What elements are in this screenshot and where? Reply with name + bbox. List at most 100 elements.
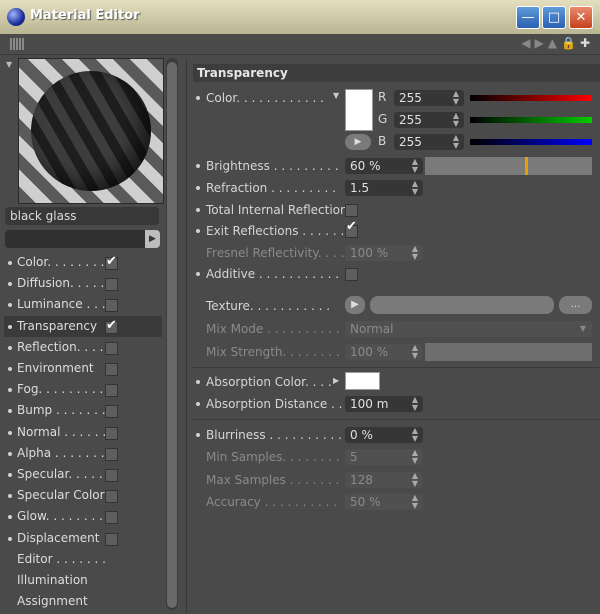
- channel-dot: [8, 515, 12, 520]
- texture-play-button[interactable]: ▶: [345, 296, 365, 314]
- material-name-field[interactable]: black glass: [5, 207, 159, 225]
- add-icon[interactable]: ✚: [580, 36, 594, 50]
- channel-dot: [8, 494, 12, 499]
- accuracy-field[interactable]: 50 % ▲ ▼: [345, 494, 423, 510]
- additive-checkbox[interactable]: [345, 268, 358, 281]
- toolbar-icons: ◀▶▲🔒✚: [521, 36, 594, 50]
- up-arrow-icon[interactable]: ▲: [548, 36, 561, 50]
- scrollbar-thumb[interactable]: [167, 62, 177, 608]
- max-samples-field[interactable]: 128 ▲ ▼: [345, 472, 423, 488]
- channel-item[interactable]: Luminance . . . .: [4, 294, 162, 315]
- color-dropdown-icon[interactable]: ▼: [333, 91, 339, 100]
- scrollbar[interactable]: [166, 58, 178, 610]
- back-arrow-icon[interactable]: ◀: [521, 36, 534, 50]
- channel-item[interactable]: Normal . . . . . .: [4, 422, 162, 443]
- total-internal-label: Total Internal Reflection: [206, 203, 348, 217]
- lock-icon[interactable]: 🔒: [561, 36, 580, 50]
- refraction-field[interactable]: 1.5 ▲ ▼: [345, 180, 423, 196]
- channel-item[interactable]: Specular. . . . .: [4, 464, 162, 485]
- channel-item[interactable]: Diffusion. . . . . .: [4, 273, 162, 294]
- grip-icon[interactable]: [10, 38, 24, 50]
- total-internal-checkbox[interactable]: [345, 204, 358, 217]
- r-label: R: [378, 90, 387, 104]
- channel-checkbox[interactable]: [105, 341, 118, 355]
- brightness-slider[interactable]: [425, 157, 592, 175]
- channel-item[interactable]: Bump . . . . . . . .: [4, 400, 162, 421]
- texture-more-button[interactable]: ...: [559, 296, 592, 314]
- red-slider[interactable]: [470, 95, 592, 101]
- filter-arrow-icon[interactable]: ▶: [145, 230, 160, 248]
- blue-field[interactable]: 255 ▲ ▼: [394, 134, 464, 150]
- fresnel-label: Fresnel Reflectivity. . . .: [206, 246, 345, 260]
- additive-label: Additive . . . . . . . . . . .: [206, 267, 340, 281]
- channel-checkbox[interactable]: [105, 278, 118, 292]
- channel-checkbox[interactable]: [105, 405, 118, 419]
- refraction-label: Refraction . . . . . . . . .: [206, 181, 336, 195]
- mix-mode-row: Mix Mode . . . . . . . . . .: [193, 319, 343, 339]
- channel-label: Diffusion. . . . . .: [17, 276, 112, 291]
- green-slider[interactable]: [470, 117, 592, 123]
- channel-item[interactable]: Fog. . . . . . . . .: [4, 379, 162, 400]
- channel-item[interactable]: Displacement: [4, 528, 162, 549]
- channel-checkbox[interactable]: [105, 447, 118, 461]
- absorption-color-swatch[interactable]: [345, 372, 380, 390]
- accuracy-row: Accuracy . . . . . . . . . .: [193, 492, 343, 512]
- divider: [193, 419, 600, 420]
- max-samples-label: Max Samples . . . . . . .: [206, 473, 340, 487]
- channel-item[interactable]: Environment: [4, 358, 162, 379]
- brightness-slider-marker[interactable]: [525, 157, 528, 175]
- channel-checkbox[interactable]: [105, 384, 118, 398]
- channel-checkbox[interactable]: [105, 469, 118, 482]
- channel-item[interactable]: Reflection. . . . .: [4, 337, 162, 358]
- min-samples-field[interactable]: 5 ▲ ▼: [345, 449, 423, 465]
- channel-filter-input[interactable]: [5, 230, 145, 248]
- channel-dot: [8, 536, 12, 541]
- brightness-field[interactable]: 60 % ▲ ▼: [345, 158, 423, 174]
- channel-item[interactable]: Transparency: [4, 315, 162, 337]
- channel-item[interactable]: Editor . . . . . . .: [4, 549, 162, 570]
- mix-strength-field[interactable]: 100 % ▲ ▼: [345, 344, 423, 360]
- blurriness-field[interactable]: 0 % ▲ ▼: [345, 427, 423, 443]
- channel-checkbox[interactable]: [105, 251, 118, 272]
- forward-arrow-icon[interactable]: ▶: [535, 36, 548, 50]
- absorption-distance-field[interactable]: 100 m ▲ ▼: [345, 396, 423, 412]
- red-field[interactable]: 255 ▲ ▼: [394, 90, 464, 106]
- minimize-button[interactable]: —: [516, 6, 540, 29]
- collapse-arrow-icon[interactable]: ▼: [6, 60, 12, 69]
- channel-dot: [8, 345, 12, 350]
- channel-label: Alpha . . . . . . .: [17, 445, 105, 460]
- close-button[interactable]: ✕: [569, 6, 593, 29]
- mix-mode-select[interactable]: Normal ▼: [345, 321, 592, 337]
- channel-item[interactable]: Assignment: [4, 591, 162, 612]
- fresnel-field[interactable]: 100 % ▲ ▼: [345, 245, 423, 261]
- blue-slider[interactable]: [470, 139, 592, 145]
- title-bar: Material Editor — □ ✕: [0, 0, 600, 35]
- channel-item[interactable]: Glow. . . . . . . .: [4, 506, 162, 527]
- green-field[interactable]: 255 ▲ ▼: [394, 112, 464, 128]
- absorption-color-arrow-icon[interactable]: ▶: [333, 376, 339, 385]
- channel-checkbox[interactable]: [105, 426, 118, 440]
- channel-checkbox[interactable]: [105, 490, 118, 504]
- channel-item[interactable]: Specular Color: [4, 485, 162, 506]
- additive-row: Additive . . . . . . . . . . .: [193, 264, 343, 284]
- texture-slot[interactable]: [370, 296, 554, 314]
- mix-strength-slider[interactable]: [425, 343, 592, 361]
- channel-checkbox[interactable]: [105, 532, 118, 546]
- channel-label: Reflection. . . . .: [17, 339, 112, 354]
- channel-label: Illumination: [17, 573, 88, 587]
- channel-item[interactable]: Alpha . . . . . . .: [4, 443, 162, 464]
- color-texture-button[interactable]: ▶: [345, 134, 371, 150]
- exit-reflections-checkbox[interactable]: [345, 219, 358, 238]
- channel-checkbox[interactable]: [105, 363, 118, 376]
- color-swatch[interactable]: [345, 89, 373, 131]
- channel-dot: [8, 430, 12, 435]
- channel-item[interactable]: Color. . . . . . . .: [4, 251, 162, 273]
- app-icon: [7, 8, 25, 26]
- b-label: B: [378, 134, 387, 148]
- maximize-button[interactable]: □: [542, 6, 566, 29]
- channel-checkbox[interactable]: [105, 511, 118, 525]
- channel-checkbox[interactable]: [105, 299, 118, 313]
- material-preview[interactable]: [18, 58, 164, 204]
- channel-item[interactable]: Illumination: [4, 570, 162, 591]
- channel-checkbox[interactable]: [105, 315, 118, 336]
